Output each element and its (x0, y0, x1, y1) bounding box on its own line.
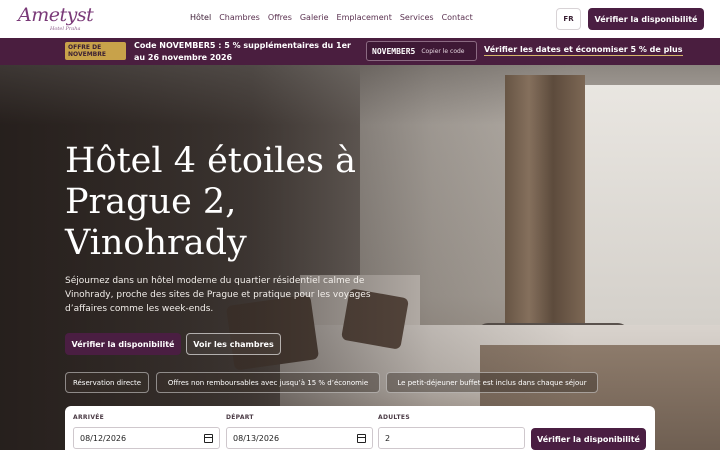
adults-field: ADULTES 2 (378, 414, 525, 449)
departure-input[interactable]: 08/13/2026 (226, 427, 373, 449)
nav-item-gallery[interactable]: Galerie (300, 13, 329, 22)
copy-code-label: Copier le code (421, 47, 465, 55)
calendar-icon[interactable] (204, 433, 213, 443)
nav-item-contact[interactable]: Contact (442, 13, 473, 22)
departure-value: 08/13/2026 (233, 433, 280, 443)
site-header: Ametyst Hotel Praha Hôtel Chambres Offre… (0, 0, 720, 38)
hero-title: Hôtel 4 étoiles à Prague 2, Vinohrady (65, 141, 356, 263)
departure-field: DÉPART 08/13/2026 (226, 414, 373, 449)
calendar-icon[interactable] (357, 433, 366, 443)
booking-form: ARRIVÉE 08/12/2026 DÉPART 08/13/2026 ADU… (65, 406, 655, 450)
nav-item-location[interactable]: Emplacement (337, 13, 392, 22)
check-availability-button[interactable]: Vérifier la disponibilité (65, 333, 181, 355)
arrival-input[interactable]: 08/12/2026 (73, 427, 220, 449)
adults-input[interactable]: 2 (378, 427, 525, 449)
promo-text: Code NOVEMBER5 : 5 % supplémentaires du … (134, 41, 351, 62)
logo-subtext: Hotel Praha (50, 26, 81, 32)
hotel-logo[interactable]: Ametyst Hotel Praha (18, 4, 94, 34)
nav-item-rooms[interactable]: Chambres (219, 13, 260, 22)
main-nav: Hôtel Chambres Offres Galerie Emplacemen… (190, 13, 481, 22)
hero-section: Hôtel 4 étoiles à Prague 2, Vinohrady Sé… (0, 65, 720, 450)
header-check-availability-button[interactable]: Vérifier la disponibilité (588, 8, 704, 30)
hero-description: Séjournez dans un hôtel moderne du quart… (65, 276, 371, 314)
nav-item-hotel[interactable]: Hôtel (190, 13, 211, 22)
language-button[interactable]: FR (556, 8, 581, 30)
arrival-value: 08/12/2026 (80, 433, 127, 443)
arrival-field: ARRIVÉE 08/12/2026 (73, 414, 220, 449)
feature-chip-breakfast: Le petit-déjeuner buffet est inclus dans… (386, 372, 598, 393)
arrival-label: ARRIVÉE (73, 414, 105, 421)
feature-chip-non-refundable: Offres non remboursables avec jusqu’à 15… (156, 372, 380, 393)
promo-link[interactable]: Vérifier les dates et économiser 5 % de … (484, 45, 683, 56)
adults-value: 2 (385, 433, 391, 443)
logo-text: Ametyst (18, 4, 94, 26)
nav-item-services[interactable]: Services (400, 13, 434, 22)
promo-badge: OFFRE DE NOVEMBRE (65, 42, 126, 60)
promo-code: NOVEMBER5 (372, 46, 416, 56)
promo-banner: OFFRE DE NOVEMBRE Code NOVEMBER5 : 5 % s… (0, 38, 720, 65)
departure-label: DÉPART (226, 414, 254, 421)
adults-label: ADULTES (378, 414, 410, 421)
nav-item-offers[interactable]: Offres (268, 13, 292, 22)
view-rooms-button[interactable]: Voir les chambres (186, 333, 281, 355)
copy-code-button[interactable]: NOVEMBER5 Copier le code (366, 41, 477, 61)
feature-chip-direct-booking: Réservation directe (65, 372, 149, 393)
booking-submit-button[interactable]: Vérifier la disponibilité (531, 428, 646, 450)
